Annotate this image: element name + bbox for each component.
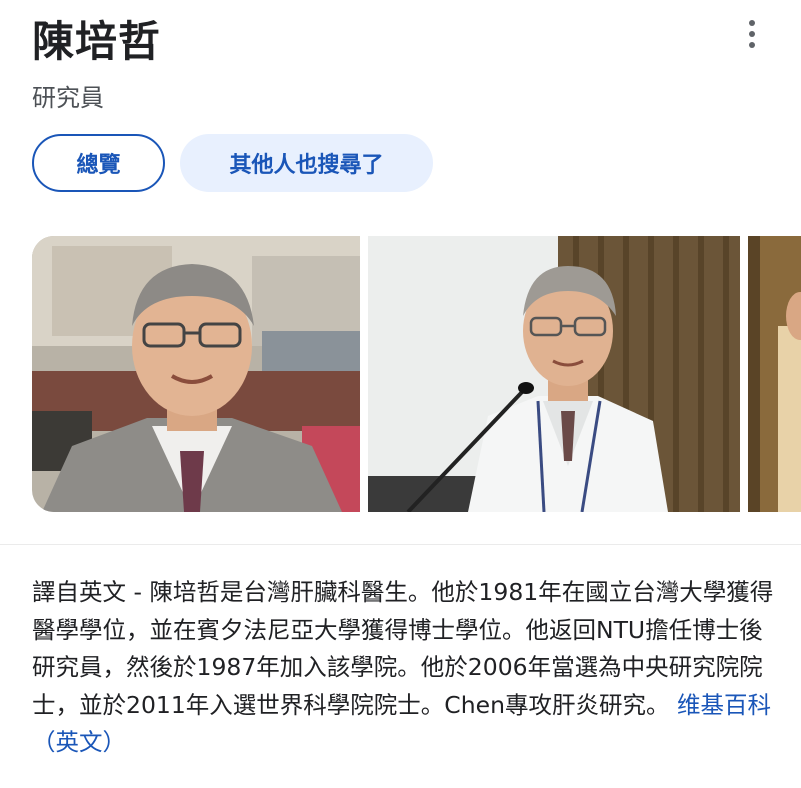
description: 譯自英文 - 陳培哲是台灣肝臟科醫生。他於1981年在國立台灣大學獲得醫學學位，… <box>32 574 777 762</box>
person-photo-2[interactable] <box>368 236 740 512</box>
person-photo-1[interactable] <box>32 236 360 512</box>
page-title: 陳培哲 <box>32 17 162 66</box>
tab-people-also-search[interactable]: 其他人也搜尋了 <box>180 134 433 192</box>
description-text: 譯自英文 - 陳培哲是台灣肝臟科醫生。他於1981年在國立台灣大學獲得醫學學位，… <box>32 578 774 719</box>
page-subtitle: 研究員 <box>32 84 104 112</box>
person-photo-3[interactable] <box>748 236 801 512</box>
section-divider <box>0 544 801 545</box>
more-vert-icon[interactable] <box>734 14 770 54</box>
tab-overview[interactable]: 總覽 <box>32 134 165 192</box>
image-carousel <box>32 236 801 512</box>
